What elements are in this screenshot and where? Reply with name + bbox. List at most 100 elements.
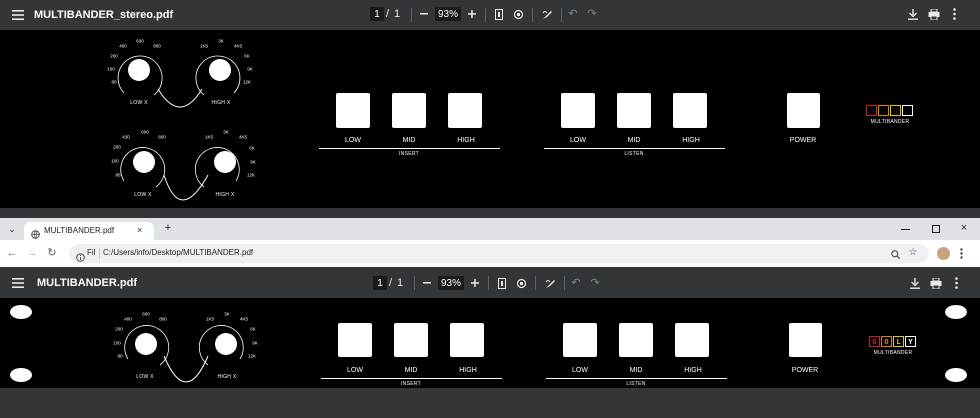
divider bbox=[414, 276, 415, 290]
undo-icon[interactable]: ↶ bbox=[570, 277, 582, 289]
annotate-icon[interactable] bbox=[543, 276, 557, 290]
low-x-knob[interactable] bbox=[135, 333, 157, 355]
forward-icon[interactable]: → bbox=[26, 246, 38, 260]
low-x-label: LOW X bbox=[130, 100, 148, 106]
low-x-knob-b[interactable] bbox=[133, 151, 155, 173]
insert-high-button[interactable] bbox=[450, 323, 484, 357]
tick-label: 6K bbox=[250, 326, 256, 332]
listen-group-line bbox=[546, 378, 727, 379]
tick-label: 3K bbox=[218, 38, 224, 44]
insert-mid-button[interactable] bbox=[392, 93, 426, 128]
download-icon[interactable] bbox=[906, 7, 920, 21]
listen-low-button[interactable] bbox=[563, 323, 597, 357]
divider bbox=[99, 248, 100, 259]
reload-icon[interactable]: ↻ bbox=[46, 246, 58, 260]
print-icon[interactable] bbox=[929, 276, 943, 290]
high-x-knob-b[interactable] bbox=[214, 151, 236, 173]
listen-mid-label: MID bbox=[627, 137, 641, 144]
high-x-knob[interactable] bbox=[209, 59, 231, 81]
tick-label: 800 bbox=[159, 316, 167, 322]
insert-low-button[interactable] bbox=[338, 323, 372, 357]
zoom-level[interactable]: 93% bbox=[435, 7, 461, 21]
listen-mid-label: MID bbox=[629, 367, 643, 374]
back-icon[interactable]: ← bbox=[6, 246, 18, 260]
tick-label: 12K bbox=[242, 79, 252, 85]
more-options-icon[interactable] bbox=[951, 275, 961, 291]
tick-label: 9K bbox=[247, 66, 253, 72]
redo-icon[interactable]: ↷ bbox=[589, 277, 601, 289]
bookmark-star-icon[interactable]: ☆ bbox=[907, 247, 919, 259]
tab-search-icon[interactable]: ⌄ bbox=[6, 223, 18, 235]
low-x-knob[interactable] bbox=[128, 59, 150, 81]
listen-mid-button[interactable] bbox=[617, 93, 651, 128]
page-total: 1 bbox=[394, 8, 401, 20]
page-number-input[interactable]: 1 bbox=[370, 7, 384, 21]
annotate-icon[interactable] bbox=[540, 7, 554, 21]
brand-logo-icon bbox=[866, 105, 913, 116]
maximize-icon[interactable] bbox=[930, 223, 942, 235]
zoom-level[interactable]: 93% bbox=[438, 276, 464, 290]
tick-label: 80 bbox=[111, 79, 117, 85]
listen-group-line bbox=[544, 148, 725, 149]
zoom-out-icon[interactable] bbox=[422, 277, 432, 289]
tick-label: 100 bbox=[113, 340, 121, 346]
listen-high-label: HIGH bbox=[682, 137, 700, 144]
close-window-icon[interactable]: × bbox=[958, 222, 970, 234]
fit-page-icon[interactable] bbox=[494, 7, 504, 21]
zoom-in-icon[interactable] bbox=[467, 8, 477, 20]
multibander-panel: 80 100 200 400 600 800 1K5 3K 4K5 6K 9K … bbox=[0, 298, 980, 388]
insert-high-button[interactable] bbox=[448, 93, 482, 128]
avatar[interactable] bbox=[937, 247, 950, 260]
tick-label: 800 bbox=[153, 43, 161, 49]
zoom-out-icon[interactable] bbox=[419, 8, 429, 20]
browser-menu-icon[interactable] bbox=[956, 246, 966, 260]
page-number-input[interactable]: 1 bbox=[373, 276, 387, 290]
divider bbox=[535, 276, 536, 290]
minimize-icon[interactable] bbox=[899, 223, 911, 235]
zoom-in-icon[interactable] bbox=[470, 277, 480, 289]
listen-high-button[interactable] bbox=[675, 323, 709, 357]
address-url: C:/Users/info/Desktop/MULTIBANDER.pdf bbox=[103, 248, 254, 257]
menu-icon[interactable] bbox=[10, 275, 26, 291]
insert-low-button[interactable] bbox=[336, 93, 370, 128]
rack-hole bbox=[10, 368, 32, 382]
listen-low-button[interactable] bbox=[561, 93, 595, 128]
tick-label: 80 bbox=[115, 172, 121, 178]
tick-label: 400 bbox=[119, 43, 127, 49]
redo-icon[interactable]: ↷ bbox=[586, 8, 598, 20]
menu-icon[interactable] bbox=[10, 7, 26, 23]
insert-high-label: HIGH bbox=[457, 137, 475, 144]
high-x-knob[interactable] bbox=[215, 333, 237, 355]
new-tab-button[interactable]: + bbox=[162, 222, 174, 234]
tick-label: 1K5 bbox=[205, 316, 215, 322]
divider bbox=[488, 276, 489, 290]
undo-icon[interactable]: ↶ bbox=[567, 8, 579, 20]
fit-page-icon[interactable] bbox=[497, 276, 507, 290]
tick-label: 430 bbox=[122, 134, 130, 140]
tab-multibander[interactable]: MULTIBANDER.pdf × bbox=[24, 222, 154, 240]
power-button[interactable] bbox=[787, 93, 820, 128]
listen-group-label: LISTEN bbox=[626, 381, 646, 387]
rotate-icon[interactable] bbox=[514, 276, 528, 290]
tick-label: 400 bbox=[124, 316, 132, 322]
rack-hole bbox=[10, 305, 32, 319]
rotate-icon[interactable] bbox=[511, 7, 525, 21]
omnibox[interactable]: Fil C:/Users/info/Desktop/MULTIBANDER.pd… bbox=[69, 244, 929, 263]
insert-mid-button[interactable] bbox=[394, 323, 428, 357]
zoom-lens-icon[interactable] bbox=[889, 248, 901, 260]
listen-mid-button[interactable] bbox=[619, 323, 653, 357]
download-icon[interactable] bbox=[908, 276, 922, 290]
insert-high-label: HIGH bbox=[459, 367, 477, 374]
tab-close-icon[interactable]: × bbox=[137, 225, 142, 235]
logo-letter: Y bbox=[905, 336, 916, 347]
logo-letter: O bbox=[881, 336, 892, 347]
listen-high-button[interactable] bbox=[673, 93, 707, 128]
more-options-icon[interactable] bbox=[949, 6, 959, 22]
pdf-toolbar-bottom: MULTIBANDER.pdf 1 / 1 93% ↶ ↷ bbox=[0, 268, 980, 298]
insert-group-label: INSERT bbox=[400, 381, 422, 387]
tick-label: 12K bbox=[247, 353, 257, 359]
listen-high-label: HIGH bbox=[684, 367, 702, 374]
print-icon[interactable] bbox=[927, 7, 941, 21]
rack-hole bbox=[945, 305, 967, 319]
power-button[interactable] bbox=[789, 323, 822, 357]
